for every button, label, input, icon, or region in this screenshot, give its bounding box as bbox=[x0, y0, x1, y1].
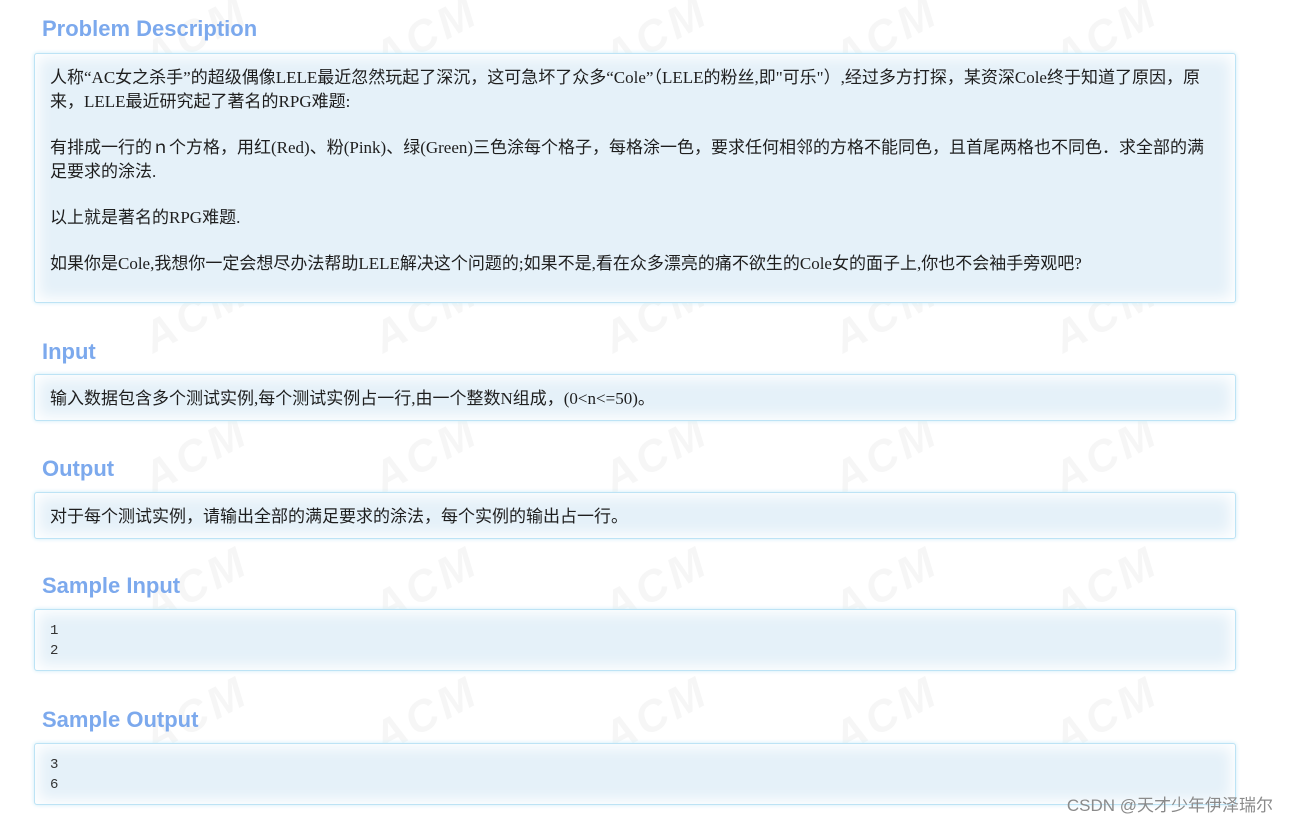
problem-description-panel: 人称“AC女之杀手”的超级偶像LELE最近忽然玩起了深沉，这可急坏了众多“Col… bbox=[34, 53, 1236, 303]
output-panel: 对于每个测试实例，请输出全部的满足要求的涂法，每个实例的输出占一行。 bbox=[34, 492, 1236, 539]
sample-output-title: Sample Output bbox=[42, 707, 199, 732]
sample-output-line: 6 bbox=[50, 777, 59, 793]
sample-output-line: 3 bbox=[50, 757, 59, 773]
sample-input-line: 1 bbox=[50, 623, 59, 639]
output-text: 对于每个测试实例，请输出全部的满足要求的涂法，每个实例的输出占一行。 bbox=[50, 507, 628, 526]
input-title: Input bbox=[42, 339, 96, 364]
watermark: ACM bbox=[365, 407, 488, 504]
description-paragraph: 如果你是Cole,我想你一定会想尽办法帮助LELE解决这个问题的;如果不是,看在… bbox=[50, 254, 1082, 273]
problem-description-title: Problem Description bbox=[42, 16, 258, 41]
watermark: ACM bbox=[825, 407, 948, 504]
sample-input-line: 2 bbox=[50, 643, 59, 659]
description-paragraph: 以上就是著名的RPG难题. bbox=[50, 208, 241, 227]
sample-output-panel: 3 6 bbox=[34, 743, 1236, 805]
description-paragraph: 人称“AC女之杀手”的超级偶像LELE最近忽然玩起了深沉，这可急坏了众多“Col… bbox=[50, 68, 1200, 111]
sample-input-panel: 1 2 bbox=[34, 609, 1236, 671]
watermark: ACM bbox=[1045, 407, 1168, 504]
description-paragraph: 有排成一行的ｎ个方格，用红(Red)、粉(Pink)、绿(Green)三色涂每个… bbox=[50, 138, 1205, 181]
input-text: 输入数据包含多个测试实例,每个测试实例占一行,由一个整数N组成，(0<n<=50… bbox=[50, 389, 655, 408]
watermark: ACM bbox=[595, 407, 718, 504]
output-title: Output bbox=[42, 456, 115, 481]
input-panel: 输入数据包含多个测试实例,每个测试实例占一行,由一个整数N组成，(0<n<=50… bbox=[34, 374, 1236, 421]
csdn-credit: CSDN @天才少年伊泽瑞尔 bbox=[1066, 796, 1273, 815]
sample-input-title: Sample Input bbox=[42, 573, 181, 598]
watermark: ACM bbox=[135, 407, 258, 504]
